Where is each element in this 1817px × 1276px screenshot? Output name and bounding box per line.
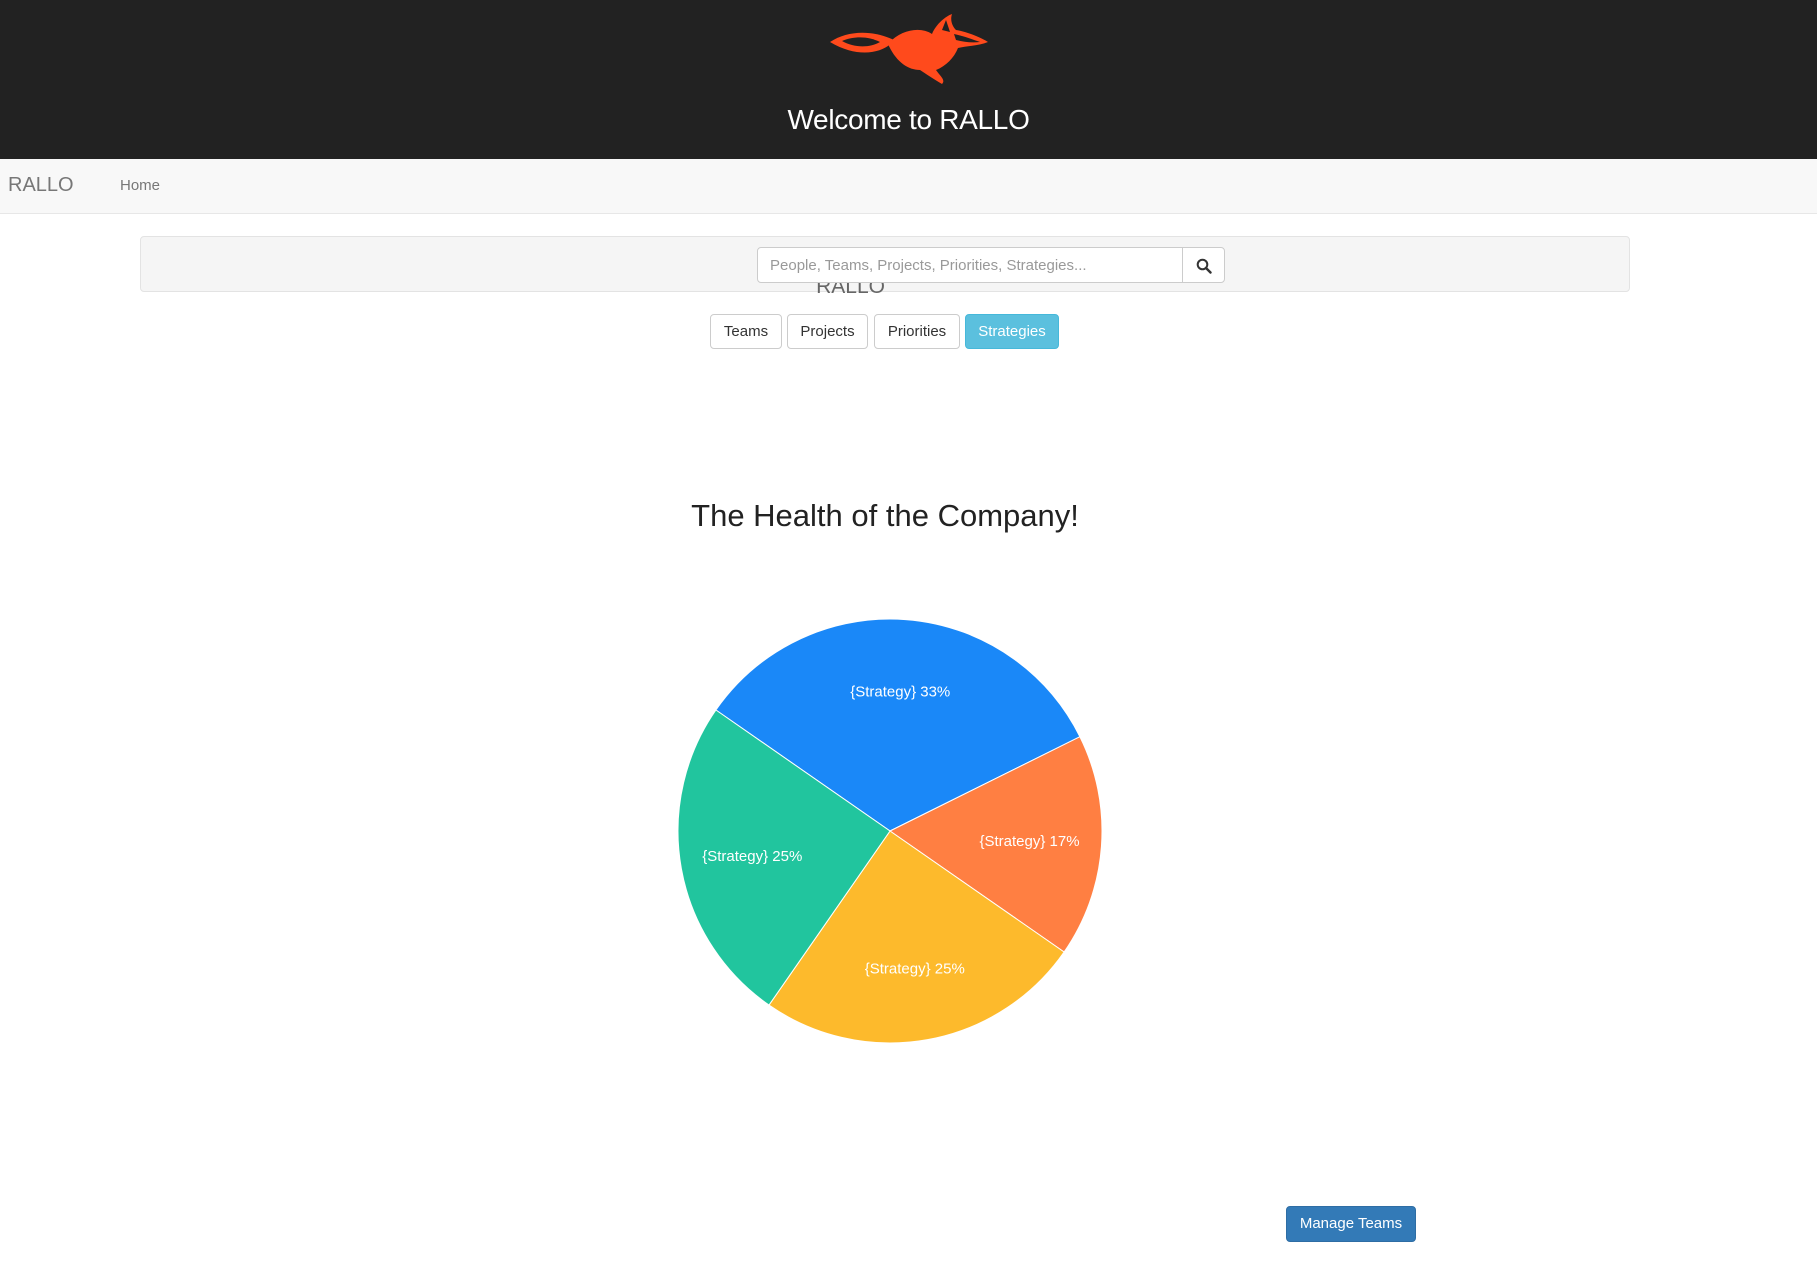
tab-strategies[interactable]: Strategies [965,314,1059,349]
tab-priorities[interactable]: Priorities [874,314,960,349]
search-icon [1196,258,1212,274]
pie-slice[interactable] [889,736,1103,953]
page-title: Welcome to RALLO [787,104,1030,135]
tab-teams[interactable]: Teams [710,314,782,349]
search-bar: Search RALLO [140,236,1630,298]
chart-title: The Health of the Company! [691,498,1079,533]
manage-teams-button[interactable]: Manage Teams [1286,1206,1416,1242]
pie-slice[interactable] [715,618,1081,832]
pie-slice[interactable] [768,830,1065,1044]
header-banner: Welcome to RALLO [0,0,1817,159]
top-navbar: RALLO Home [0,159,1817,214]
pie-slice[interactable] [677,709,891,1006]
search-input[interactable] [757,247,1183,283]
pie-slice-label: {Strategy} 17% [980,833,1080,850]
pie-slice-label: {Strategy} 25% [702,848,802,865]
nav-link-home[interactable]: Home [120,177,160,194]
fox-logo [830,14,988,84]
navbar-brand[interactable]: RALLO [8,174,74,197]
tab-projects[interactable]: Projects [787,314,868,349]
pie-slice-label: {Strategy} 25% [865,961,965,978]
search-button[interactable] [1182,247,1225,283]
pie-slice-label: {Strategy} 33% [850,683,950,700]
